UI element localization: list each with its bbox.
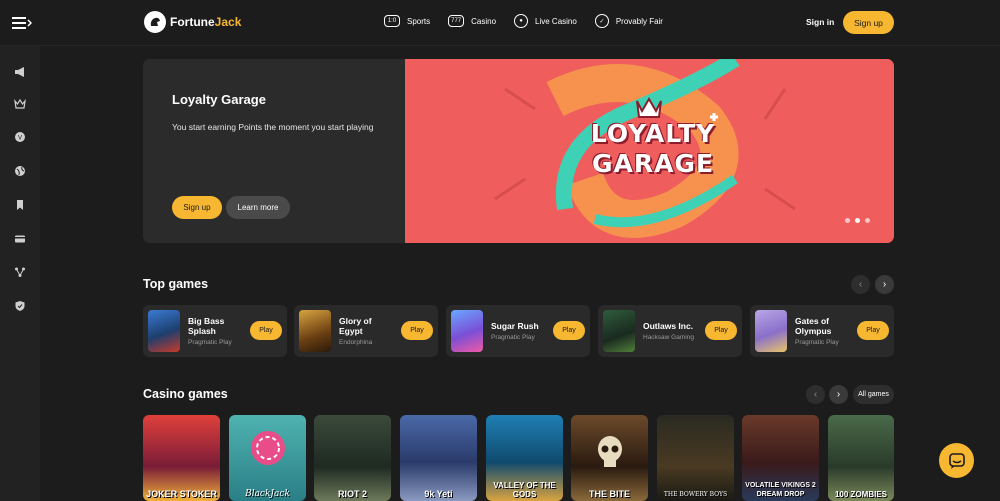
game-thumbnail	[148, 310, 180, 352]
network-icon[interactable]	[12, 264, 27, 279]
coin-icon[interactable]: V	[12, 129, 27, 144]
skull-icon	[598, 436, 622, 467]
game-thumbnail	[299, 310, 331, 352]
hero-title: Loyalty Garage	[172, 92, 266, 107]
casino-game-tile[interactable]: 100 ZOMBIES	[828, 415, 894, 501]
nav-sports[interactable]: 1:0 Sports	[384, 15, 430, 27]
crown-icon[interactable]	[12, 96, 27, 111]
signup-button[interactable]: Sign up	[843, 11, 894, 34]
casino-game-tile[interactable]: THE BOWERY BOYS	[657, 415, 734, 501]
nav-provably-fair[interactable]: ✓ Provably Fair	[594, 14, 663, 28]
casino-game-title: 100 ZOMBIES	[834, 490, 887, 499]
chevron-left-icon: ‹	[858, 279, 863, 290]
casino-game-title: THE BOWERY BOYS	[663, 491, 728, 498]
globe-icon[interactable]	[12, 163, 27, 178]
top-games-prev-button[interactable]: ‹	[851, 275, 870, 294]
casino-game-title: JOKER STOKER	[146, 489, 217, 499]
top-games-next-button[interactable]: ›	[875, 275, 894, 294]
chevron-right-icon: ›	[836, 389, 841, 400]
top-game-card[interactable]: Sugar Rush Pragmatic Play Play	[446, 305, 590, 357]
megaphone-icon[interactable]	[12, 64, 27, 79]
casino-game-tile[interactable]: THE BITE	[571, 415, 648, 501]
game-provider: Pragmatic Play	[188, 339, 232, 346]
hero-signup-button[interactable]: Sign up	[172, 196, 222, 219]
chat-button[interactable]	[939, 443, 974, 478]
game-name: Outlaws Inc.	[643, 321, 694, 331]
game-name: Glory of Egypt	[339, 316, 372, 336]
nav-live-casino[interactable]: ● Live Casino	[514, 14, 577, 28]
menu-icon[interactable]	[12, 14, 33, 32]
casino-game-title: BlackJack	[245, 489, 290, 499]
bookmark-icon[interactable]	[12, 197, 27, 212]
signin-button[interactable]: Sign in	[806, 17, 834, 27]
game-provider: Hacksaw Gaming	[643, 334, 694, 341]
sports-icon: 1:0	[384, 15, 400, 27]
casino-game-title: RIOT 2	[337, 489, 367, 499]
provably-fair-icon: ✓	[594, 14, 609, 28]
learn-more-button[interactable]: Learn more	[226, 196, 290, 219]
top-game-card[interactable]: Glory of Egypt Endorphina Play	[294, 305, 438, 357]
casino-game-title: THE BITE	[588, 489, 630, 499]
card-icon[interactable]	[12, 231, 27, 246]
casino-games-prev-button[interactable]: ‹	[806, 385, 825, 404]
casino-game-tile[interactable]: VALLEY OF THE GODS	[486, 415, 563, 501]
main-nav: 1:0 Sports 777 Casino ● Live Casino ✓ Pr…	[384, 14, 663, 28]
top-game-card[interactable]: Gates of Olympus Pragmatic Play Play	[750, 305, 894, 357]
top-bar: FortuneJack 1:0 Sports 777 Casino ● Live…	[0, 0, 1000, 46]
top-games-title: Top games	[143, 277, 209, 291]
play-button[interactable]: Play	[705, 321, 737, 340]
casino-game-title: 9k Yeti	[424, 489, 453, 499]
slide-dot-active[interactable]	[855, 218, 860, 223]
casino-games-next-button[interactable]: ›	[829, 385, 848, 404]
casino-game-tile[interactable]: VOLATILE VIKINGS 2 DREAM DROP	[742, 415, 819, 501]
chevron-right-icon: ›	[882, 279, 887, 290]
fortunejack-logo[interactable]: FortuneJack	[144, 11, 241, 33]
casino-game-title: VOLATILE VIKINGS 2 DREAM DROP	[745, 482, 816, 498]
top-game-card[interactable]: Big Bass Splash Pragmatic Play Play	[143, 305, 287, 357]
casino-game-tile[interactable]: BlackJack	[229, 415, 306, 501]
hero-image[interactable]: LOYALTY GARAGE	[405, 59, 894, 243]
game-thumbnail	[451, 310, 483, 352]
game-name: Sugar Rush	[491, 321, 539, 331]
logo-text: FortuneJack	[170, 15, 242, 29]
banner-logo-text: LOYALTY GARAGE	[590, 119, 716, 178]
game-name: Big Bass Splash	[188, 316, 225, 336]
shield-icon[interactable]	[12, 298, 27, 313]
slide-dot[interactable]	[865, 218, 870, 223]
chevron-left-icon: ‹	[813, 389, 818, 400]
play-button[interactable]: Play	[401, 321, 433, 340]
casino-game-tile[interactable]: 9k Yeti	[400, 415, 477, 501]
casino-icon: 777	[448, 15, 465, 27]
live-casino-icon: ●	[514, 14, 529, 28]
game-provider: Endorphina	[339, 339, 373, 346]
chat-icon	[948, 452, 965, 469]
play-button[interactable]: Play	[250, 321, 282, 340]
slide-dot[interactable]	[845, 218, 850, 223]
play-button[interactable]: Play	[857, 321, 889, 340]
all-games-button[interactable]: All games	[853, 385, 894, 404]
game-thumbnail	[603, 310, 635, 352]
casino-game-tile[interactable]: RIOT 2	[314, 415, 391, 501]
hero-description: You start earning Points the moment you …	[172, 122, 374, 132]
nav-casino[interactable]: 777 Casino	[448, 15, 496, 27]
casino-games-title: Casino games	[143, 387, 228, 401]
casino-game-tile[interactable]: JOKER STOKER	[143, 415, 220, 501]
game-provider: Pragmatic Play	[795, 339, 839, 346]
casino-game-title: VALLEY OF THE GODS	[493, 481, 556, 499]
hero-text-panel: Loyalty Garage You start earning Points …	[143, 59, 405, 243]
game-name: Gates of Olympus	[795, 316, 832, 336]
slide-dots	[845, 218, 870, 223]
logo-icon	[144, 11, 166, 33]
poker-chip-icon	[251, 431, 285, 465]
top-game-card[interactable]: Outlaws Inc. Hacksaw Gaming Play	[598, 305, 742, 357]
game-provider: Pragmatic Play	[491, 334, 535, 341]
play-button[interactable]: Play	[553, 321, 585, 340]
hero-banner: Loyalty Garage You start earning Points …	[143, 59, 894, 243]
game-thumbnail	[755, 310, 787, 352]
sidebar: V	[0, 46, 40, 501]
